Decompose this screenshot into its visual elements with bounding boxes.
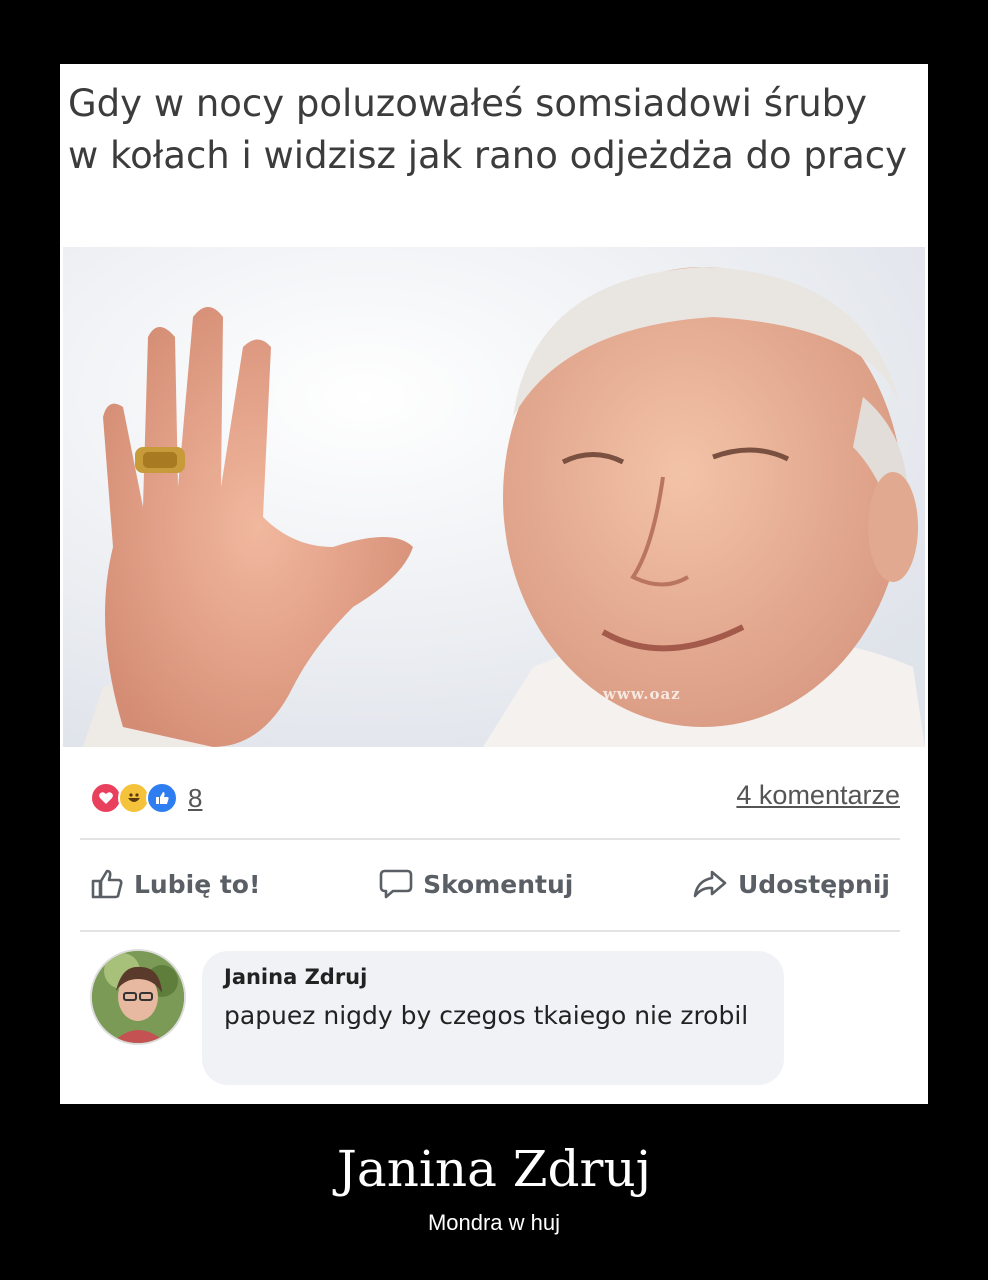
comment-item: Janina Zdruj papuez nigdy by czegos tkai…	[90, 949, 850, 1089]
comment-button[interactable]: Skomentuj	[369, 868, 583, 900]
like-button-label: Lubię to!	[134, 869, 261, 899]
comment-button-label: Skomentuj	[423, 869, 574, 899]
post-caption: Gdy w nocy poluzowałeś somsiadowi śruby …	[68, 82, 908, 177]
avatar[interactable]	[90, 949, 186, 1045]
comment-author[interactable]: Janina Zdruj	[224, 965, 367, 989]
share-button[interactable]: Udostępnij	[682, 869, 900, 899]
post-card: Gdy w nocy poluzowałeś somsiadowi śruby …	[60, 64, 928, 1104]
share-arrow-icon	[693, 870, 727, 898]
comment-bubble: Janina Zdruj papuez nigdy by czegos tkai…	[202, 951, 784, 1085]
image-watermark: www.oaz	[603, 685, 681, 703]
comment-text: papuez nigdy by czegos tkaiego nie zrobi…	[224, 1001, 749, 1030]
reactions-count[interactable]: 8	[188, 783, 202, 814]
pope-waving-image	[63, 247, 925, 747]
thumbs-up-icon	[91, 869, 123, 899]
comments-count-link[interactable]: 4 komentarze	[736, 780, 900, 811]
share-button-label: Udostępnij	[738, 869, 890, 899]
divider-top	[80, 838, 900, 840]
post-actions-bar: Lubię to! Skomentuj Udostępnij	[80, 854, 900, 914]
like-button[interactable]: Lubię to!	[80, 868, 270, 900]
poster-subtitle: Mondra w huj	[427, 1210, 561, 1235]
reactions-summary[interactable]: 8	[90, 780, 202, 816]
speech-bubble-icon	[379, 869, 413, 899]
like-icon	[146, 782, 178, 814]
poster-title: Janina Zdruj	[336, 1140, 652, 1198]
divider-bottom	[80, 930, 900, 932]
post-photo[interactable]: www.oaz	[63, 247, 925, 747]
